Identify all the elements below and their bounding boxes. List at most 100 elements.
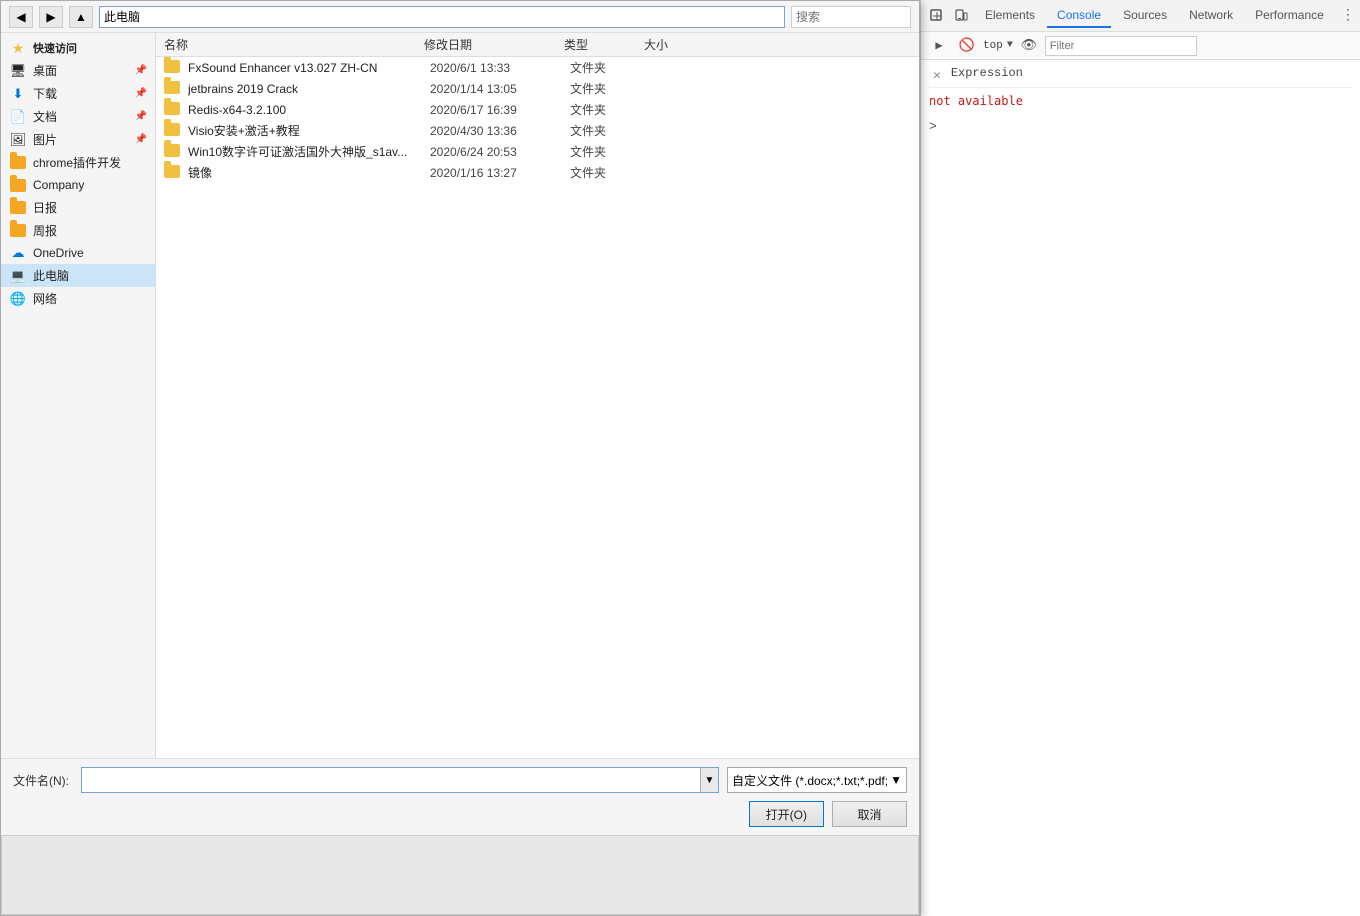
desktop-icon: 🖥 — [9, 63, 27, 79]
devtools-toolbar-left — [925, 4, 973, 28]
pin-icon: 📌 — [135, 65, 147, 76]
sidebar-item-weekly[interactable]: 周报 — [1, 219, 155, 242]
console-area: ✕ Expression not available > — [921, 60, 1360, 916]
tab-sources[interactable]: Sources — [1113, 4, 1177, 28]
filename-label: 文件名(N): — [13, 772, 73, 789]
close-expression-button[interactable]: ✕ — [929, 66, 945, 85]
filename-dropdown-button[interactable]: ▼ — [700, 768, 718, 792]
network-icon: 🌐 — [9, 291, 27, 307]
eye-icon[interactable]: 👁 — [1017, 34, 1041, 58]
folder-company-icon — [9, 177, 27, 193]
cursor-icon-btn[interactable] — [925, 4, 949, 28]
devtools-toolbar-right: ⋮ — [1336, 4, 1360, 28]
pin-icon-2: 📌 — [135, 88, 147, 99]
file-date: 2020/6/17 16:39 — [430, 103, 570, 117]
filename-input[interactable] — [82, 768, 700, 792]
tab-elements[interactable]: Elements — [975, 4, 1045, 28]
sidebar-item-pictures[interactable]: 🖼 图片 📌 — [1, 128, 155, 151]
folder-daily-icon — [9, 200, 27, 216]
sidebar: ★ 快速访问 🖥 桌面 📌 ⬇ 下载 📌 📄 文档 📌 🖼 图片 � — [1, 33, 156, 758]
file-type: 文件夹 — [570, 143, 650, 160]
file-name: FxSound Enhancer v13.027 ZH-CN — [188, 61, 430, 75]
top-arrow: ▼ — [1007, 40, 1013, 51]
filetype-select[interactable]: 自定义文件 (*.docx;*.txt;*.pdf; ▼ — [727, 767, 907, 793]
col-header-date[interactable]: 修改日期 — [424, 36, 564, 53]
file-dialog-content: ★ 快速访问 🖥 桌面 📌 ⬇ 下载 📌 📄 文档 📌 🖼 图片 � — [1, 33, 919, 758]
sidebar-item-desktop[interactable]: 🖥 桌面 📌 — [1, 59, 155, 82]
table-row[interactable]: FxSound Enhancer v13.027 ZH-CN 2020/6/1 … — [156, 57, 919, 78]
col-header-size[interactable]: 大小 — [644, 36, 704, 53]
device-icon-btn[interactable] — [949, 4, 973, 28]
document-icon: 📄 — [9, 109, 27, 125]
open-button[interactable]: 打开(O) — [749, 801, 824, 827]
sidebar-item-chrome[interactable]: chrome插件开发 — [1, 151, 155, 174]
file-name: jetbrains 2019 Crack — [188, 82, 430, 96]
console-prompt-row: > — [929, 119, 1352, 134]
sidebar-item-this-pc[interactable]: 💻 此电脑 — [1, 264, 155, 287]
file-dialog: ◀ ▶ ▲ 此电脑 ★ 快速访问 🖥 桌面 📌 ⬇ 下载 📌 — [0, 0, 920, 916]
run-icon[interactable]: ▶ — [927, 34, 951, 58]
expression-row: ✕ Expression — [929, 64, 1352, 88]
devtools-subbar: ▶ 🚫 top ▼ 👁 — [921, 32, 1360, 60]
tab-console[interactable]: Console — [1047, 4, 1111, 28]
table-row[interactable]: Redis-x64-3.2.100 2020/6/17 16:39 文件夹 — [156, 99, 919, 120]
sidebar-item-onedrive[interactable]: ☁ OneDrive — [1, 242, 155, 264]
filename-row: 文件名(N): ▼ 自定义文件 (*.docx;*.txt;*.pdf; ▼ — [13, 767, 907, 793]
file-name: Win10数字许可证激活国外大神版_s1av... — [188, 143, 430, 160]
dialog-bottom: 文件名(N): ▼ 自定义文件 (*.docx;*.txt;*.pdf; ▼ 打… — [1, 758, 919, 835]
folder-icon — [164, 81, 182, 97]
devtools-panel: Elements Console Sources Network Perform… — [920, 0, 1360, 916]
breadcrumb[interactable]: 此电脑 — [99, 6, 785, 28]
devtools-toolbar: Elements Console Sources Network Perform… — [921, 0, 1360, 32]
download-icon: ⬇ — [9, 86, 27, 102]
pin-icon-4: 📌 — [135, 134, 147, 145]
file-type: 文件夹 — [570, 59, 650, 76]
folder-chrome-icon — [9, 155, 27, 171]
file-date: 2020/1/16 13:27 — [430, 166, 570, 180]
file-type: 文件夹 — [570, 164, 650, 181]
cancel-button[interactable]: 取消 — [832, 801, 907, 827]
up-button[interactable]: ▲ — [69, 6, 93, 28]
tab-network[interactable]: Network — [1179, 4, 1243, 28]
col-header-name[interactable]: 名称 — [164, 36, 424, 53]
forward-button[interactable]: ▶ — [39, 6, 63, 28]
block-icon[interactable]: 🚫 — [955, 34, 979, 58]
file-date: 2020/6/24 20:53 — [430, 145, 570, 159]
file-name: Visio安装+激活+教程 — [188, 122, 430, 139]
file-type: 文件夹 — [570, 101, 650, 118]
bottom-area — [1, 835, 919, 915]
col-header-type[interactable]: 类型 — [564, 36, 644, 53]
table-row[interactable]: 镜像 2020/1/16 13:27 文件夹 — [156, 162, 919, 183]
folder-icon — [164, 144, 182, 160]
sidebar-item-downloads[interactable]: ⬇ 下载 📌 — [1, 82, 155, 105]
file-type: 文件夹 — [570, 122, 650, 139]
not-available-text: not available — [929, 94, 1023, 108]
table-row[interactable]: Visio安装+激活+教程 2020/4/30 13:36 文件夹 — [156, 120, 919, 141]
search-input[interactable] — [791, 6, 911, 28]
sidebar-item-daily[interactable]: 日报 — [1, 196, 155, 219]
computer-icon: 💻 — [9, 268, 27, 284]
file-name: 镜像 — [188, 164, 430, 181]
sidebar-item-company[interactable]: Company — [1, 174, 155, 196]
sidebar-item-documents[interactable]: 📄 文档 📌 — [1, 105, 155, 128]
more-tools-icon[interactable]: ⋮ — [1336, 4, 1360, 28]
file-area: 名称 修改日期 类型 大小 FxSound Enhancer v13.027 Z… — [156, 33, 919, 758]
back-button[interactable]: ◀ — [9, 6, 33, 28]
table-row[interactable]: Win10数字许可证激活国外大神版_s1av... 2020/6/24 20:5… — [156, 141, 919, 162]
tab-performance[interactable]: Performance — [1245, 4, 1334, 28]
folder-icon — [164, 60, 182, 76]
not-available-row: not available — [929, 92, 1352, 111]
nav-row: ◀ ▶ ▲ 此电脑 — [1, 1, 919, 33]
onedrive-icon: ☁ — [9, 245, 27, 261]
top-select-row: top ▼ — [983, 40, 1013, 52]
folder-icon — [164, 123, 182, 139]
table-row[interactable]: jetbrains 2019 Crack 2020/1/14 13:05 文件夹 — [156, 78, 919, 99]
file-date: 2020/6/1 13:33 — [430, 61, 570, 75]
folder-icon — [164, 102, 182, 118]
top-label: top — [983, 40, 1003, 52]
filename-input-wrapper: ▼ — [81, 767, 719, 793]
file-type: 文件夹 — [570, 80, 650, 97]
filter-input[interactable] — [1045, 36, 1197, 56]
sidebar-item-quick-access: ★ 快速访问 — [1, 37, 155, 59]
sidebar-item-network[interactable]: 🌐 网络 — [1, 287, 155, 310]
